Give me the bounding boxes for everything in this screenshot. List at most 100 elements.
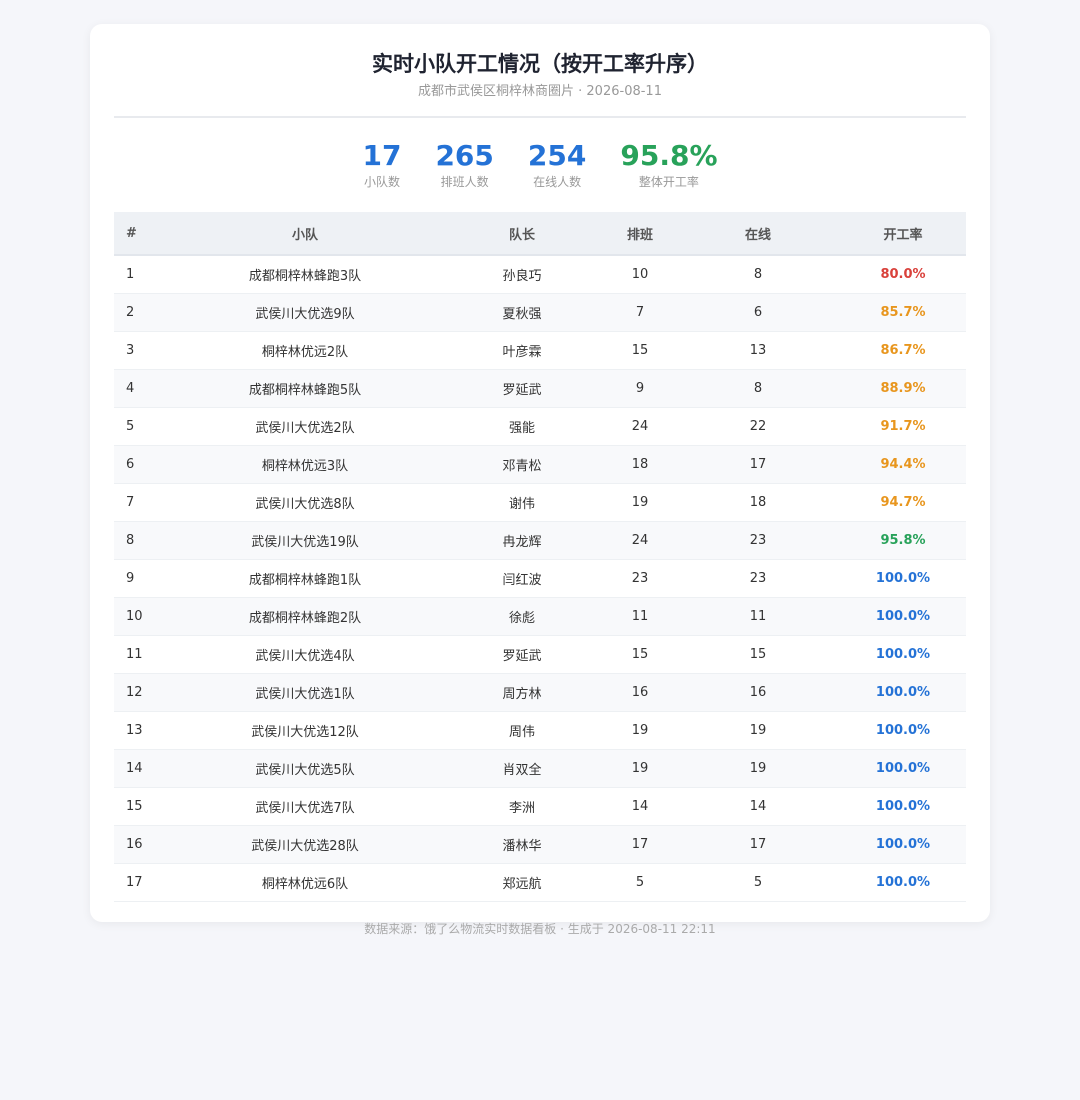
cell-index: 15 — [114, 787, 170, 826]
cell-rate: 91.7% — [840, 407, 966, 446]
cell-online: 5 — [676, 863, 840, 902]
cell-team: 桐梓林优远3队 — [170, 445, 440, 484]
stat-label: 在线人数 — [533, 175, 582, 189]
cell-scheduled: 7 — [604, 293, 676, 332]
cell-leader: 孙良巧 — [440, 255, 604, 294]
cell-rate: 100.0% — [840, 597, 966, 636]
cell-scheduled: 11 — [604, 597, 676, 636]
table-row: 6 桐梓林优远3队 邓青松 18 17 94.4% — [114, 445, 966, 484]
cell-team: 武侯川大优选28队 — [170, 825, 440, 864]
cell-team: 武侯川大优选5队 — [170, 749, 440, 788]
table-header-row: # 小队 队长 排班 在线 开工率 — [114, 212, 966, 256]
cell-index: 12 — [114, 673, 170, 712]
stat-overall-rate: 95.8% 整体开工率 — [620, 140, 717, 194]
cell-team: 桐梓林优远6队 — [170, 863, 440, 902]
cell-rate: 100.0% — [840, 825, 966, 864]
col-header-team[interactable]: 小队 — [170, 212, 440, 256]
stat-label: 小队数 — [363, 175, 400, 189]
col-header-index[interactable]: # — [114, 212, 170, 256]
page-title: 实时小队开工情况（按开工率升序） — [372, 52, 708, 76]
cell-online: 15 — [676, 635, 840, 674]
cell-team: 武侯川大优选8队 — [170, 483, 440, 522]
cell-scheduled: 17 — [604, 825, 676, 864]
cell-online: 18 — [676, 483, 840, 522]
cell-team: 武侯川大优选9队 — [170, 293, 440, 332]
cell-index: 17 — [114, 863, 170, 902]
cell-team: 武侯川大优选4队 — [170, 635, 440, 674]
table-row: 5 武侯川大优选2队 强能 24 22 91.7% — [114, 407, 966, 446]
table-row: 17 桐梓林优远6队 郑远航 5 5 100.0% — [114, 863, 966, 902]
col-header-scheduled[interactable]: 排班 — [604, 212, 676, 256]
header-divider — [114, 116, 966, 118]
cell-rate: 95.8% — [840, 521, 966, 560]
stat-value: 95.8% — [620, 139, 718, 172]
cell-rate: 85.7% — [840, 293, 966, 332]
cell-leader: 闫红波 — [440, 559, 604, 598]
stat-label: 整体开工率 — [638, 175, 699, 189]
cell-index: 6 — [114, 445, 170, 484]
stat-label: 排班人数 — [440, 175, 489, 189]
cell-rate: 100.0% — [840, 711, 966, 750]
cell-leader: 罗延武 — [440, 369, 604, 408]
cell-leader: 谢伟 — [440, 483, 604, 522]
cell-index: 11 — [114, 635, 170, 674]
table-row: 3 桐梓林优远2队 叶彦霖 15 13 86.7% — [114, 331, 966, 370]
table-row: 9 成都桐梓林蜂跑1队 闫红波 23 23 100.0% — [114, 559, 966, 598]
cell-index: 3 — [114, 331, 170, 370]
table-row: 16 武侯川大优选28队 潘林华 17 17 100.0% — [114, 825, 966, 864]
cell-online: 19 — [676, 749, 840, 788]
cell-scheduled: 10 — [604, 255, 676, 294]
stat-value: 17 — [362, 139, 402, 172]
stat-scheduled: 265 排班人数 — [435, 140, 493, 194]
cell-index: 16 — [114, 825, 170, 864]
col-header-rate[interactable]: 开工率 — [840, 212, 966, 256]
cell-index: 14 — [114, 749, 170, 788]
cell-rate: 100.0% — [840, 559, 966, 598]
col-header-online[interactable]: 在线 — [676, 212, 840, 256]
cell-online: 13 — [676, 331, 840, 370]
cell-index: 1 — [114, 255, 170, 294]
cell-online: 17 — [676, 445, 840, 484]
cell-online: 8 — [676, 255, 840, 294]
cell-scheduled: 16 — [604, 673, 676, 712]
cell-scheduled: 23 — [604, 559, 676, 598]
cell-online: 16 — [676, 673, 840, 712]
cell-scheduled: 5 — [604, 863, 676, 902]
cell-rate: 94.4% — [840, 445, 966, 484]
cell-team: 成都桐梓林蜂跑2队 — [170, 597, 440, 636]
table-row: 13 武侯川大优选12队 周伟 19 19 100.0% — [114, 711, 966, 750]
stat-online: 254 在线人数 — [528, 140, 586, 194]
cell-index: 4 — [114, 369, 170, 408]
cell-team: 成都桐梓林蜂跑5队 — [170, 369, 440, 408]
cell-scheduled: 9 — [604, 369, 676, 408]
cell-rate: 80.0% — [840, 255, 966, 294]
page-subtitle: 成都市武侯区桐梓林商圈片 · 2026-08-11 — [418, 84, 662, 99]
cell-team: 武侯川大优选2队 — [170, 407, 440, 446]
cell-online: 22 — [676, 407, 840, 446]
cell-online: 8 — [676, 369, 840, 408]
table-row: 7 武侯川大优选8队 谢伟 19 18 94.7% — [114, 483, 966, 522]
table-row: 10 成都桐梓林蜂跑2队 徐彪 11 11 100.0% — [114, 597, 966, 636]
cell-scheduled: 18 — [604, 445, 676, 484]
cell-leader: 罗延武 — [440, 635, 604, 674]
cell-team: 武侯川大优选1队 — [170, 673, 440, 712]
cell-rate: 94.7% — [840, 483, 966, 522]
cell-rate: 88.9% — [840, 369, 966, 408]
cell-rate: 100.0% — [840, 673, 966, 712]
cell-team: 武侯川大优选19队 — [170, 521, 440, 560]
cell-leader: 冉龙辉 — [440, 521, 604, 560]
cell-scheduled: 19 — [604, 483, 676, 522]
cell-online: 23 — [676, 521, 840, 560]
col-header-leader[interactable]: 队长 — [440, 212, 604, 256]
cell-index: 8 — [114, 521, 170, 560]
table-row: 4 成都桐梓林蜂跑5队 罗延武 9 8 88.9% — [114, 369, 966, 408]
cell-online: 23 — [676, 559, 840, 598]
table-row: 8 武侯川大优选19队 冉龙辉 24 23 95.8% — [114, 521, 966, 560]
cell-online: 17 — [676, 825, 840, 864]
cell-online: 19 — [676, 711, 840, 750]
cell-online: 6 — [676, 293, 840, 332]
table-row: 11 武侯川大优选4队 罗延武 15 15 100.0% — [114, 635, 966, 674]
cell-rate: 100.0% — [840, 863, 966, 902]
stat-team-count: 17 小队数 — [362, 140, 401, 194]
cell-leader: 徐彪 — [440, 597, 604, 636]
